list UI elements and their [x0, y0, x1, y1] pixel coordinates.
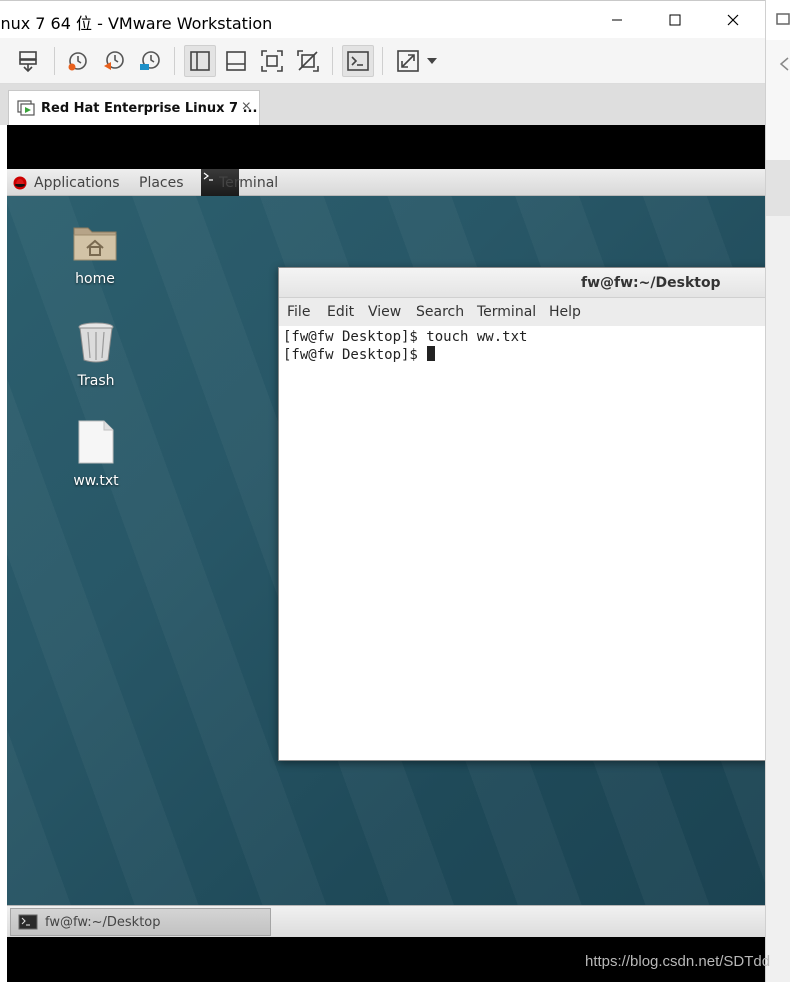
- home-folder-icon: [73, 227, 117, 261]
- library-panel-icon: [190, 51, 210, 71]
- vm-running-icon: [17, 100, 35, 116]
- toolbar-separator: [332, 47, 333, 75]
- terminal-console-icon: [347, 51, 369, 71]
- desktop-icon-label: ww.txt: [73, 473, 119, 489]
- unity-mode-button[interactable]: [292, 45, 324, 77]
- text-file-icon: [78, 420, 114, 464]
- vm-letterbox-top: [7, 125, 765, 169]
- snapshot-manager-button[interactable]: [134, 45, 166, 77]
- vm-display[interactable]: Applications Places Terminal home Trash …: [7, 125, 765, 982]
- toolbar-separator: [174, 47, 175, 75]
- terminal-line: [fw@fw Desktop]$: [283, 347, 427, 363]
- close-button[interactable]: [710, 5, 756, 35]
- menu-view[interactable]: View: [368, 304, 401, 320]
- fullscreen-icon: [261, 50, 283, 72]
- vm-tab-bar: Red Hat Enterprise Linux 7 ... ×: [0, 84, 765, 125]
- vm-tab-rhel7[interactable]: Red Hat Enterprise Linux 7 ... ×: [8, 90, 260, 125]
- taskbar-terminal-button[interactable]: fw@fw:~/Desktop: [10, 908, 271, 936]
- revert-clock-icon: [104, 51, 124, 70]
- unity-disabled-icon: [297, 50, 319, 72]
- terminal-title: fw@fw:~/Desktop: [581, 275, 721, 291]
- send-ctrl-alt-del-button[interactable]: [12, 45, 44, 77]
- terminal-launcher-label[interactable]: Terminal: [219, 175, 278, 191]
- terminal-window[interactable]: fw@fw:~/Desktop File Edit View Search Te…: [278, 267, 765, 761]
- minimize-icon: [612, 19, 622, 21]
- desktop-icon-label: home: [75, 271, 115, 287]
- menu-search[interactable]: Search: [416, 304, 464, 320]
- applications-menu[interactable]: Applications: [34, 175, 120, 191]
- toolbar-separator: [382, 47, 383, 75]
- desktop-icon-ww-txt[interactable]: ww.txt: [56, 420, 136, 489]
- vm-tab-label: Red Hat Enterprise Linux 7 ...: [41, 100, 258, 116]
- terminal-output[interactable]: [fw@fw Desktop]$ touch ww.txt [fw@fw Des…: [279, 326, 765, 760]
- vmware-toolbar: [0, 38, 765, 84]
- window-title: inux 7 64 位 - VMware Workstation: [0, 14, 273, 33]
- window-titlebar[interactable]: inux 7 64 位 - VMware Workstation: [0, 0, 765, 38]
- terminal-line: [fw@fw Desktop]$ touch ww.txt: [283, 329, 528, 345]
- menu-edit[interactable]: Edit: [327, 304, 354, 320]
- maximize-icon: [669, 14, 681, 26]
- full-screen-button[interactable]: [256, 45, 288, 77]
- taskbar-terminal-label: fw@fw:~/Desktop: [45, 914, 161, 930]
- gnome-top-panel: Applications Places Terminal: [7, 169, 765, 196]
- tab-close-icon[interactable]: ×: [242, 98, 251, 116]
- redhat-logo-icon: [13, 176, 27, 190]
- watermark: https://blog.csdn.net/SDTdd: [585, 953, 771, 970]
- snapshot-button[interactable]: [62, 45, 94, 77]
- terminal-titlebar[interactable]: fw@fw:~/Desktop: [279, 268, 765, 298]
- stretch-dropdown-button[interactable]: [422, 45, 442, 77]
- desktop-icon-home[interactable]: home: [55, 220, 135, 287]
- dropdown-caret-icon: [427, 58, 437, 64]
- places-menu[interactable]: Places: [139, 175, 184, 191]
- terminal-menubar: File Edit View Search Terminal Help: [279, 298, 765, 326]
- adjacent-panel: [766, 160, 790, 216]
- menu-terminal[interactable]: Terminal: [477, 304, 536, 320]
- show-thumbnail-bar-button[interactable]: [220, 45, 252, 77]
- screen: inux 7 64 位 - VMware Workstation Red Hat…: [0, 0, 790, 982]
- back-arrow-icon: [779, 57, 789, 71]
- adjacent-window-edge: [765, 0, 790, 982]
- minimize-button[interactable]: [594, 5, 640, 35]
- terminal-window-icon: [18, 914, 38, 930]
- snapshot-clock-icon: [68, 52, 87, 71]
- close-icon: [727, 14, 739, 26]
- menu-help[interactable]: Help: [549, 304, 581, 320]
- maximize-button[interactable]: [652, 5, 698, 35]
- stretch-guest-button[interactable]: [392, 45, 424, 77]
- show-library-button[interactable]: [184, 45, 216, 77]
- toolbar-separator: [54, 47, 55, 75]
- gnome-desktop[interactable]: home Trash ww.txt fw@fw:~/Desktop File E…: [7, 196, 765, 905]
- thumbnail-bar-icon: [226, 51, 246, 71]
- terminal-prompt-icon: [203, 172, 213, 181]
- revert-snapshot-button[interactable]: [98, 45, 130, 77]
- console-view-button[interactable]: [342, 45, 374, 77]
- stretch-arrows-icon: [397, 50, 419, 72]
- keyboard-send-icon: [19, 51, 37, 73]
- desktop-icon-trash[interactable]: Trash: [56, 320, 136, 389]
- terminal-prompt-line: [fw@fw Desktop]$: [283, 346, 765, 364]
- snapshot-manager-icon: [140, 51, 160, 70]
- menu-file[interactable]: File: [287, 304, 310, 320]
- trash-icon: [78, 322, 114, 363]
- text-cursor: [427, 346, 436, 361]
- desktop-icon-label: Trash: [77, 373, 115, 389]
- gnome-bottom-panel: fw@fw:~/Desktop: [7, 905, 765, 937]
- adjacent-window-icon: [776, 13, 790, 25]
